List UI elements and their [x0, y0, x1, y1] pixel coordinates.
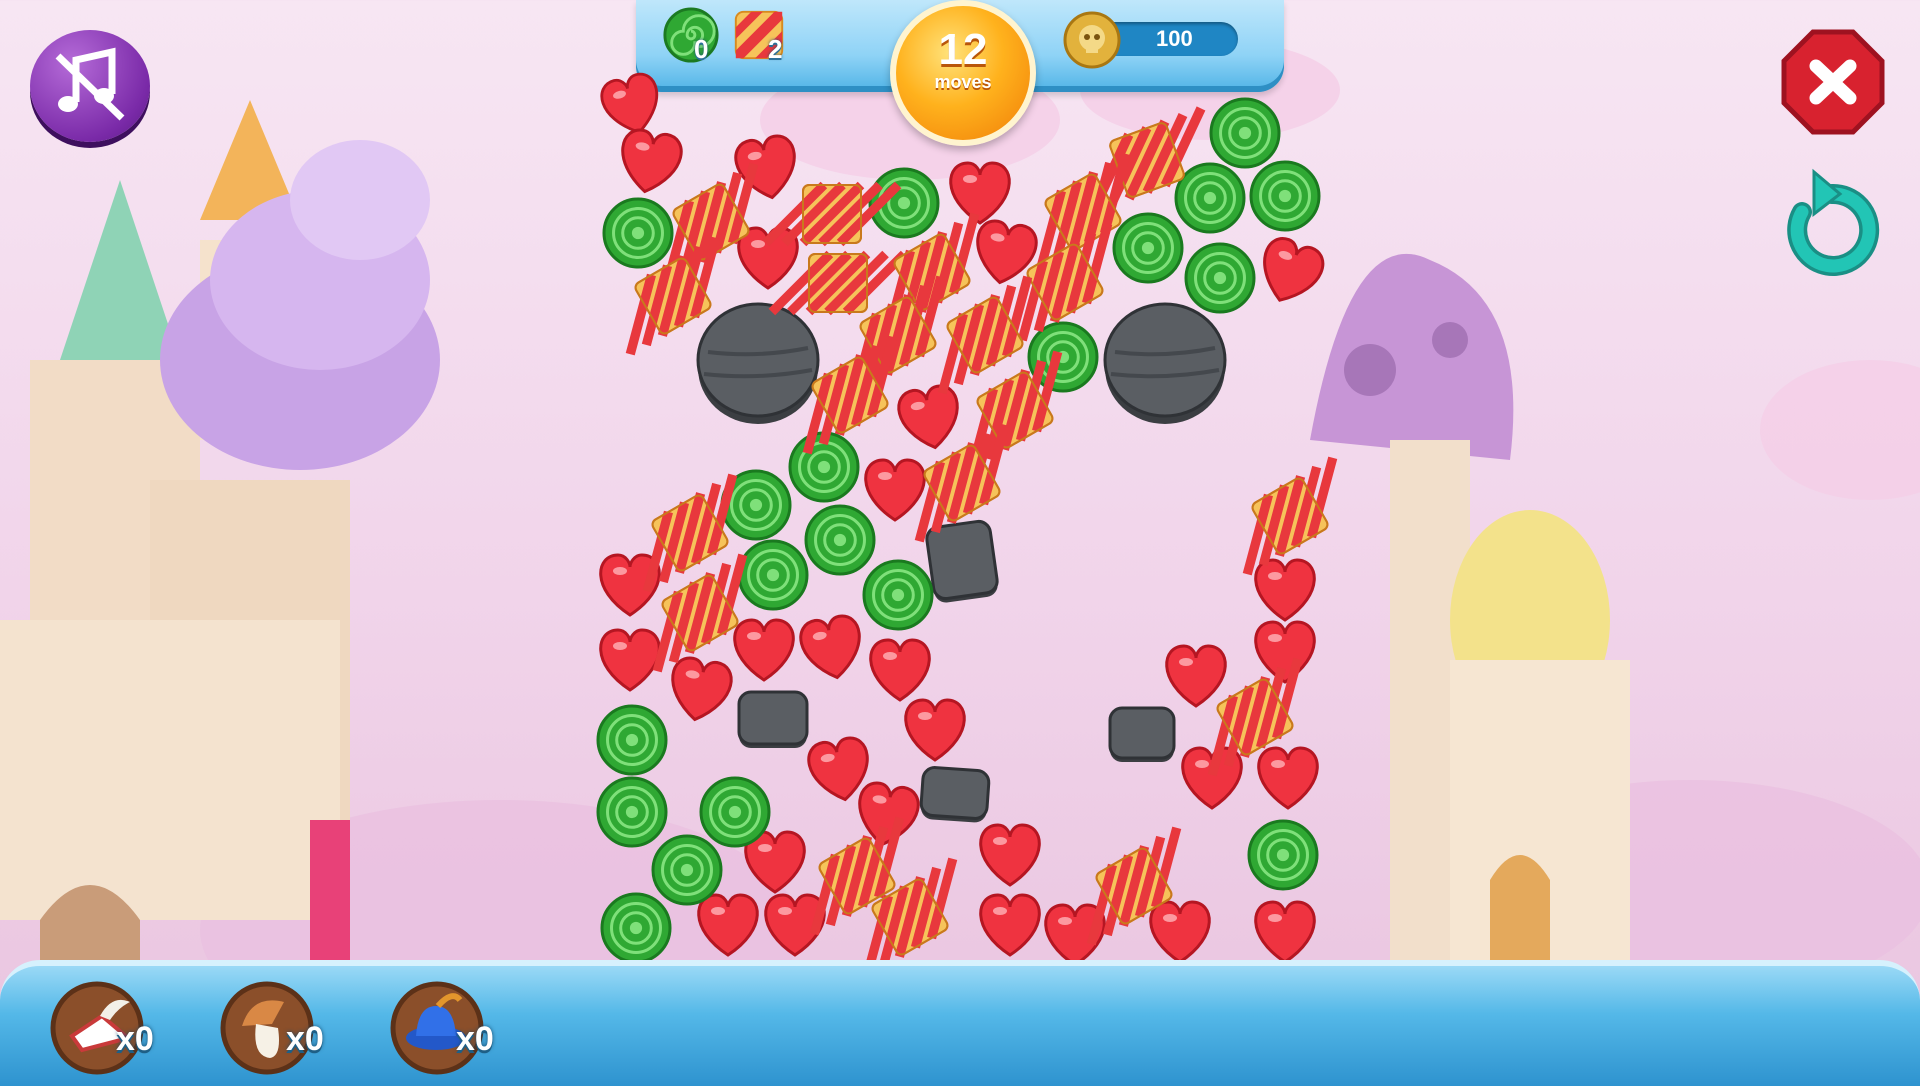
green-swirl-candy[interactable]: [1209, 97, 1281, 169]
restart-button[interactable]: [1774, 164, 1886, 282]
heart-candy[interactable]: [869, 638, 931, 702]
music-toggle-button[interactable]: [30, 30, 150, 142]
green-swirl-candy[interactable]: [1247, 819, 1319, 891]
heart-candy[interactable]: [979, 893, 1041, 957]
candy-castle-left: [0, 100, 440, 960]
heart-candy[interactable]: [1165, 644, 1227, 708]
green-swirl-candy[interactable]: [862, 559, 934, 631]
heart-candy[interactable]: [599, 628, 661, 692]
green-swirl-candy[interactable]: [602, 197, 674, 269]
restart-icon: [1787, 168, 1880, 276]
green-swirl-candy[interactable]: [596, 776, 668, 848]
stone-block: [925, 519, 999, 603]
heart-candy[interactable]: [979, 823, 1041, 887]
green-swirl-candy[interactable]: [1184, 242, 1256, 314]
heart-candy[interactable]: [666, 655, 734, 724]
skull-coin-icon: [1063, 11, 1121, 69]
heart-candy[interactable]: [864, 458, 926, 522]
heart-candy[interactable]: [1149, 900, 1211, 964]
green-swirl-candy[interactable]: [651, 834, 723, 906]
moves-counter: 12 moves: [890, 0, 1036, 146]
green-swirl-candy[interactable]: [699, 776, 771, 848]
booster-count-shoe: x0: [116, 1020, 154, 1058]
green-swirl-candy[interactable]: [1112, 212, 1184, 284]
background-cloud: [1760, 360, 1920, 500]
green-swirl-candy-icon: [663, 7, 719, 63]
stone-block: [1108, 706, 1176, 762]
booster-count-hat: x0: [456, 1020, 494, 1058]
heart-candy[interactable]: [733, 618, 795, 682]
moves-label: moves: [934, 72, 992, 92]
booster-count-mushroom: x0: [286, 1020, 324, 1058]
heart-candy[interactable]: [904, 698, 966, 762]
goal-count-swirl: 0: [694, 34, 709, 64]
heart-candy[interactable]: [949, 161, 1011, 225]
coin-count: 100: [1156, 26, 1193, 51]
green-swirl-candy[interactable]: [600, 892, 672, 964]
stone-boulder: [696, 302, 820, 424]
green-swirl-candy[interactable]: [1249, 160, 1321, 232]
music-muted-icon: [55, 47, 125, 121]
heart-candy[interactable]: [798, 613, 866, 682]
green-swirl-candy[interactable]: [737, 539, 809, 611]
moves-number: 12: [938, 25, 988, 74]
heart-candy[interactable]: [896, 383, 964, 452]
green-swirl-candy[interactable]: [804, 504, 876, 576]
stone-block: [919, 766, 991, 823]
green-swirl-candy[interactable]: [596, 704, 668, 776]
stone-block: [737, 690, 809, 748]
close-button[interactable]: [1778, 26, 1888, 138]
goal-count-striped: 2: [768, 34, 783, 64]
stone-boulder: [1103, 302, 1227, 424]
green-swirl-candy[interactable]: [1174, 162, 1246, 234]
heart-candy[interactable]: [616, 127, 684, 196]
